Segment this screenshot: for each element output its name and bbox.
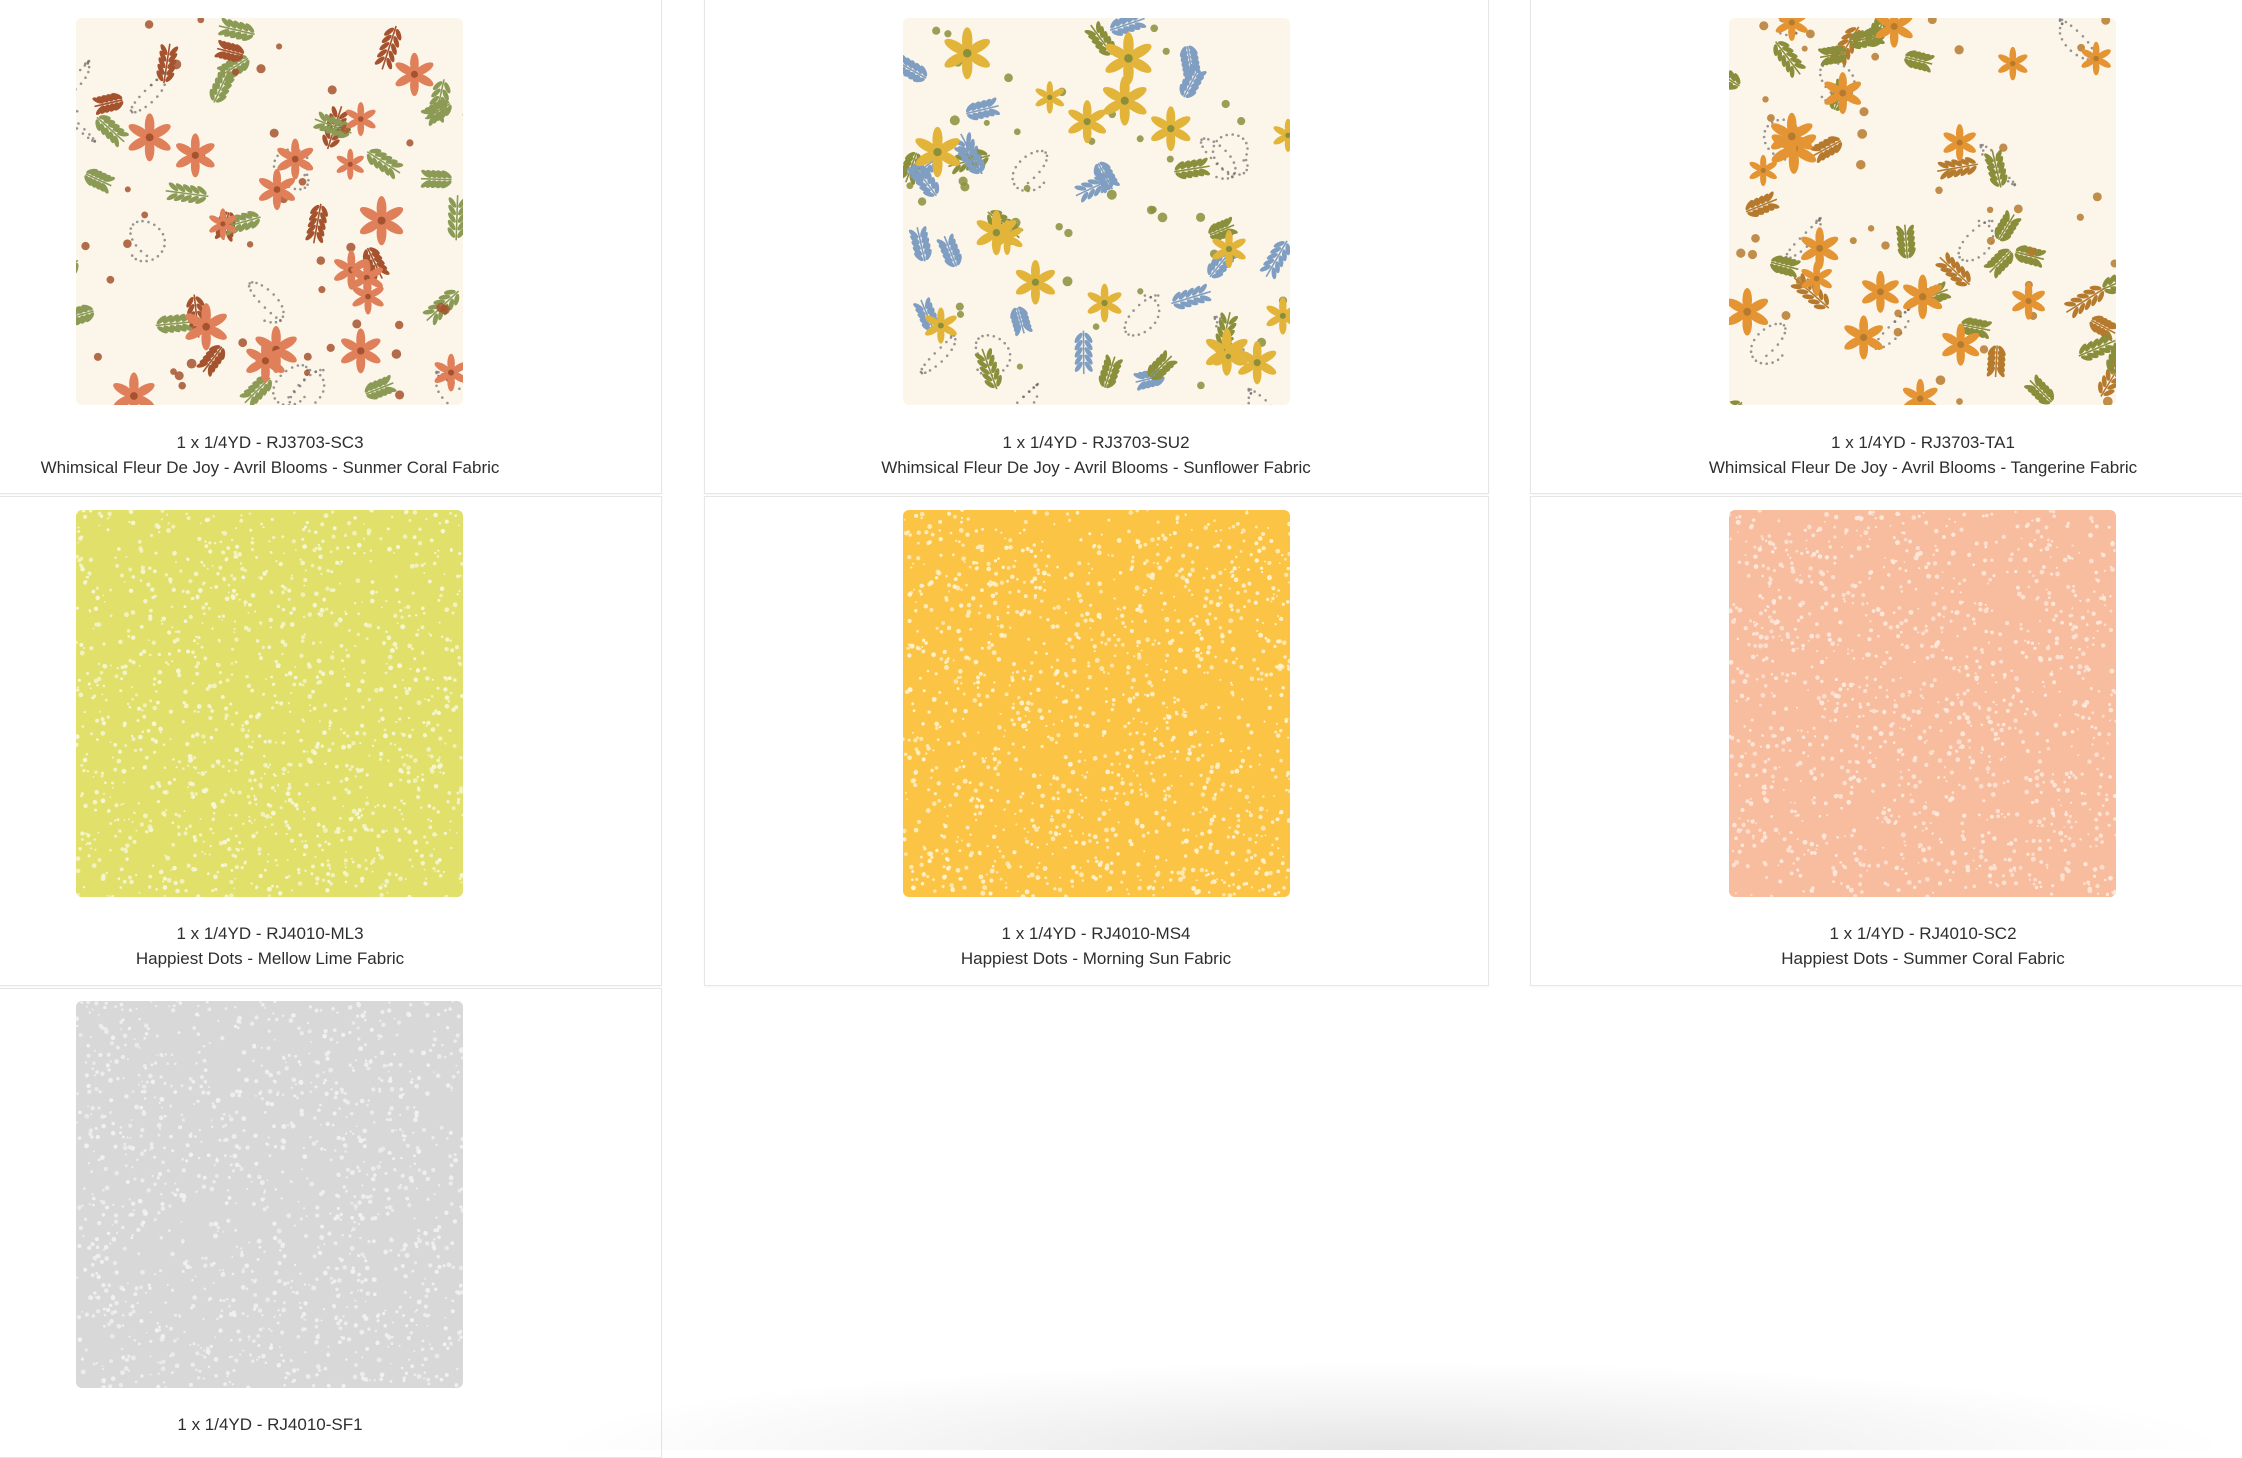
product-caption: 1 x 1/4YD - RJ4010-SC2 Happiest Dots - S… [1683,921,2163,971]
product-caption: 1 x 1/4YD - RJ4010-MS4 Happiest Dots - M… [856,921,1336,971]
product-title[interactable]: 1 x 1/4YD - RJ3703-TA1 [1683,430,2163,455]
product-subtitle[interactable]: Happiest Dots - Summer Coral Fabric [1683,946,2163,971]
product-title[interactable]: 1 x 1/4YD - RJ4010-ML3 [30,921,510,946]
fabric-swatch-image[interactable] [76,510,463,897]
fabric-pattern [76,18,463,405]
product-title[interactable]: 1 x 1/4YD - RJ4010-SC2 [1683,921,2163,946]
fabric-swatch-image[interactable] [903,18,1290,405]
product-title[interactable]: 1 x 1/4YD - RJ4010-MS4 [856,921,1336,946]
fabric-swatch-image[interactable] [76,18,463,405]
product-caption: 1 x 1/4YD - RJ3703-TA1 Whimsical Fleur D… [1683,430,2163,480]
product-subtitle[interactable]: Whimsical Fleur De Joy - Avril Blooms - … [30,455,510,480]
fabric-pattern [76,1001,463,1388]
product-caption: 1 x 1/4YD - RJ4010-ML3 Happiest Dots - M… [30,921,510,971]
product-title[interactable]: 1 x 1/4YD - RJ3703-SC3 [30,430,510,455]
product-caption: 1 x 1/4YD - RJ3703-SC3 Whimsical Fleur D… [30,430,510,480]
page-bottom-shadow [540,1360,2240,1450]
product-subtitle[interactable]: Whimsical Fleur De Joy - Avril Blooms - … [1683,455,2163,480]
fabric-pattern [1729,510,2116,897]
fabric-swatch-image[interactable] [903,510,1290,897]
product-title[interactable]: 1 x 1/4YD - RJ3703-SU2 [856,430,1336,455]
fabric-pattern [1729,18,2116,405]
product-subtitle[interactable]: Happiest Dots - Mellow Lime Fabric [30,946,510,971]
fabric-swatch-image[interactable] [1729,510,2116,897]
fabric-swatch-image[interactable] [1729,18,2116,405]
fabric-swatch-image[interactable] [76,1001,463,1388]
product-caption: 1 x 1/4YD - RJ3703-SU2 Whimsical Fleur D… [856,430,1336,480]
product-title[interactable]: 1 x 1/4YD - RJ4010-SF1 [30,1412,510,1437]
product-subtitle[interactable]: Whimsical Fleur De Joy - Avril Blooms - … [856,455,1336,480]
product-grid: 1 x 1/4YD - RJ3703-SC3 Whimsical Fleur D… [0,0,2242,1444]
fabric-pattern [76,510,463,897]
product-caption: 1 x 1/4YD - RJ4010-SF1 [30,1412,510,1437]
product-subtitle[interactable]: Happiest Dots - Morning Sun Fabric [856,946,1336,971]
fabric-pattern [903,510,1290,897]
fabric-pattern [903,18,1290,405]
